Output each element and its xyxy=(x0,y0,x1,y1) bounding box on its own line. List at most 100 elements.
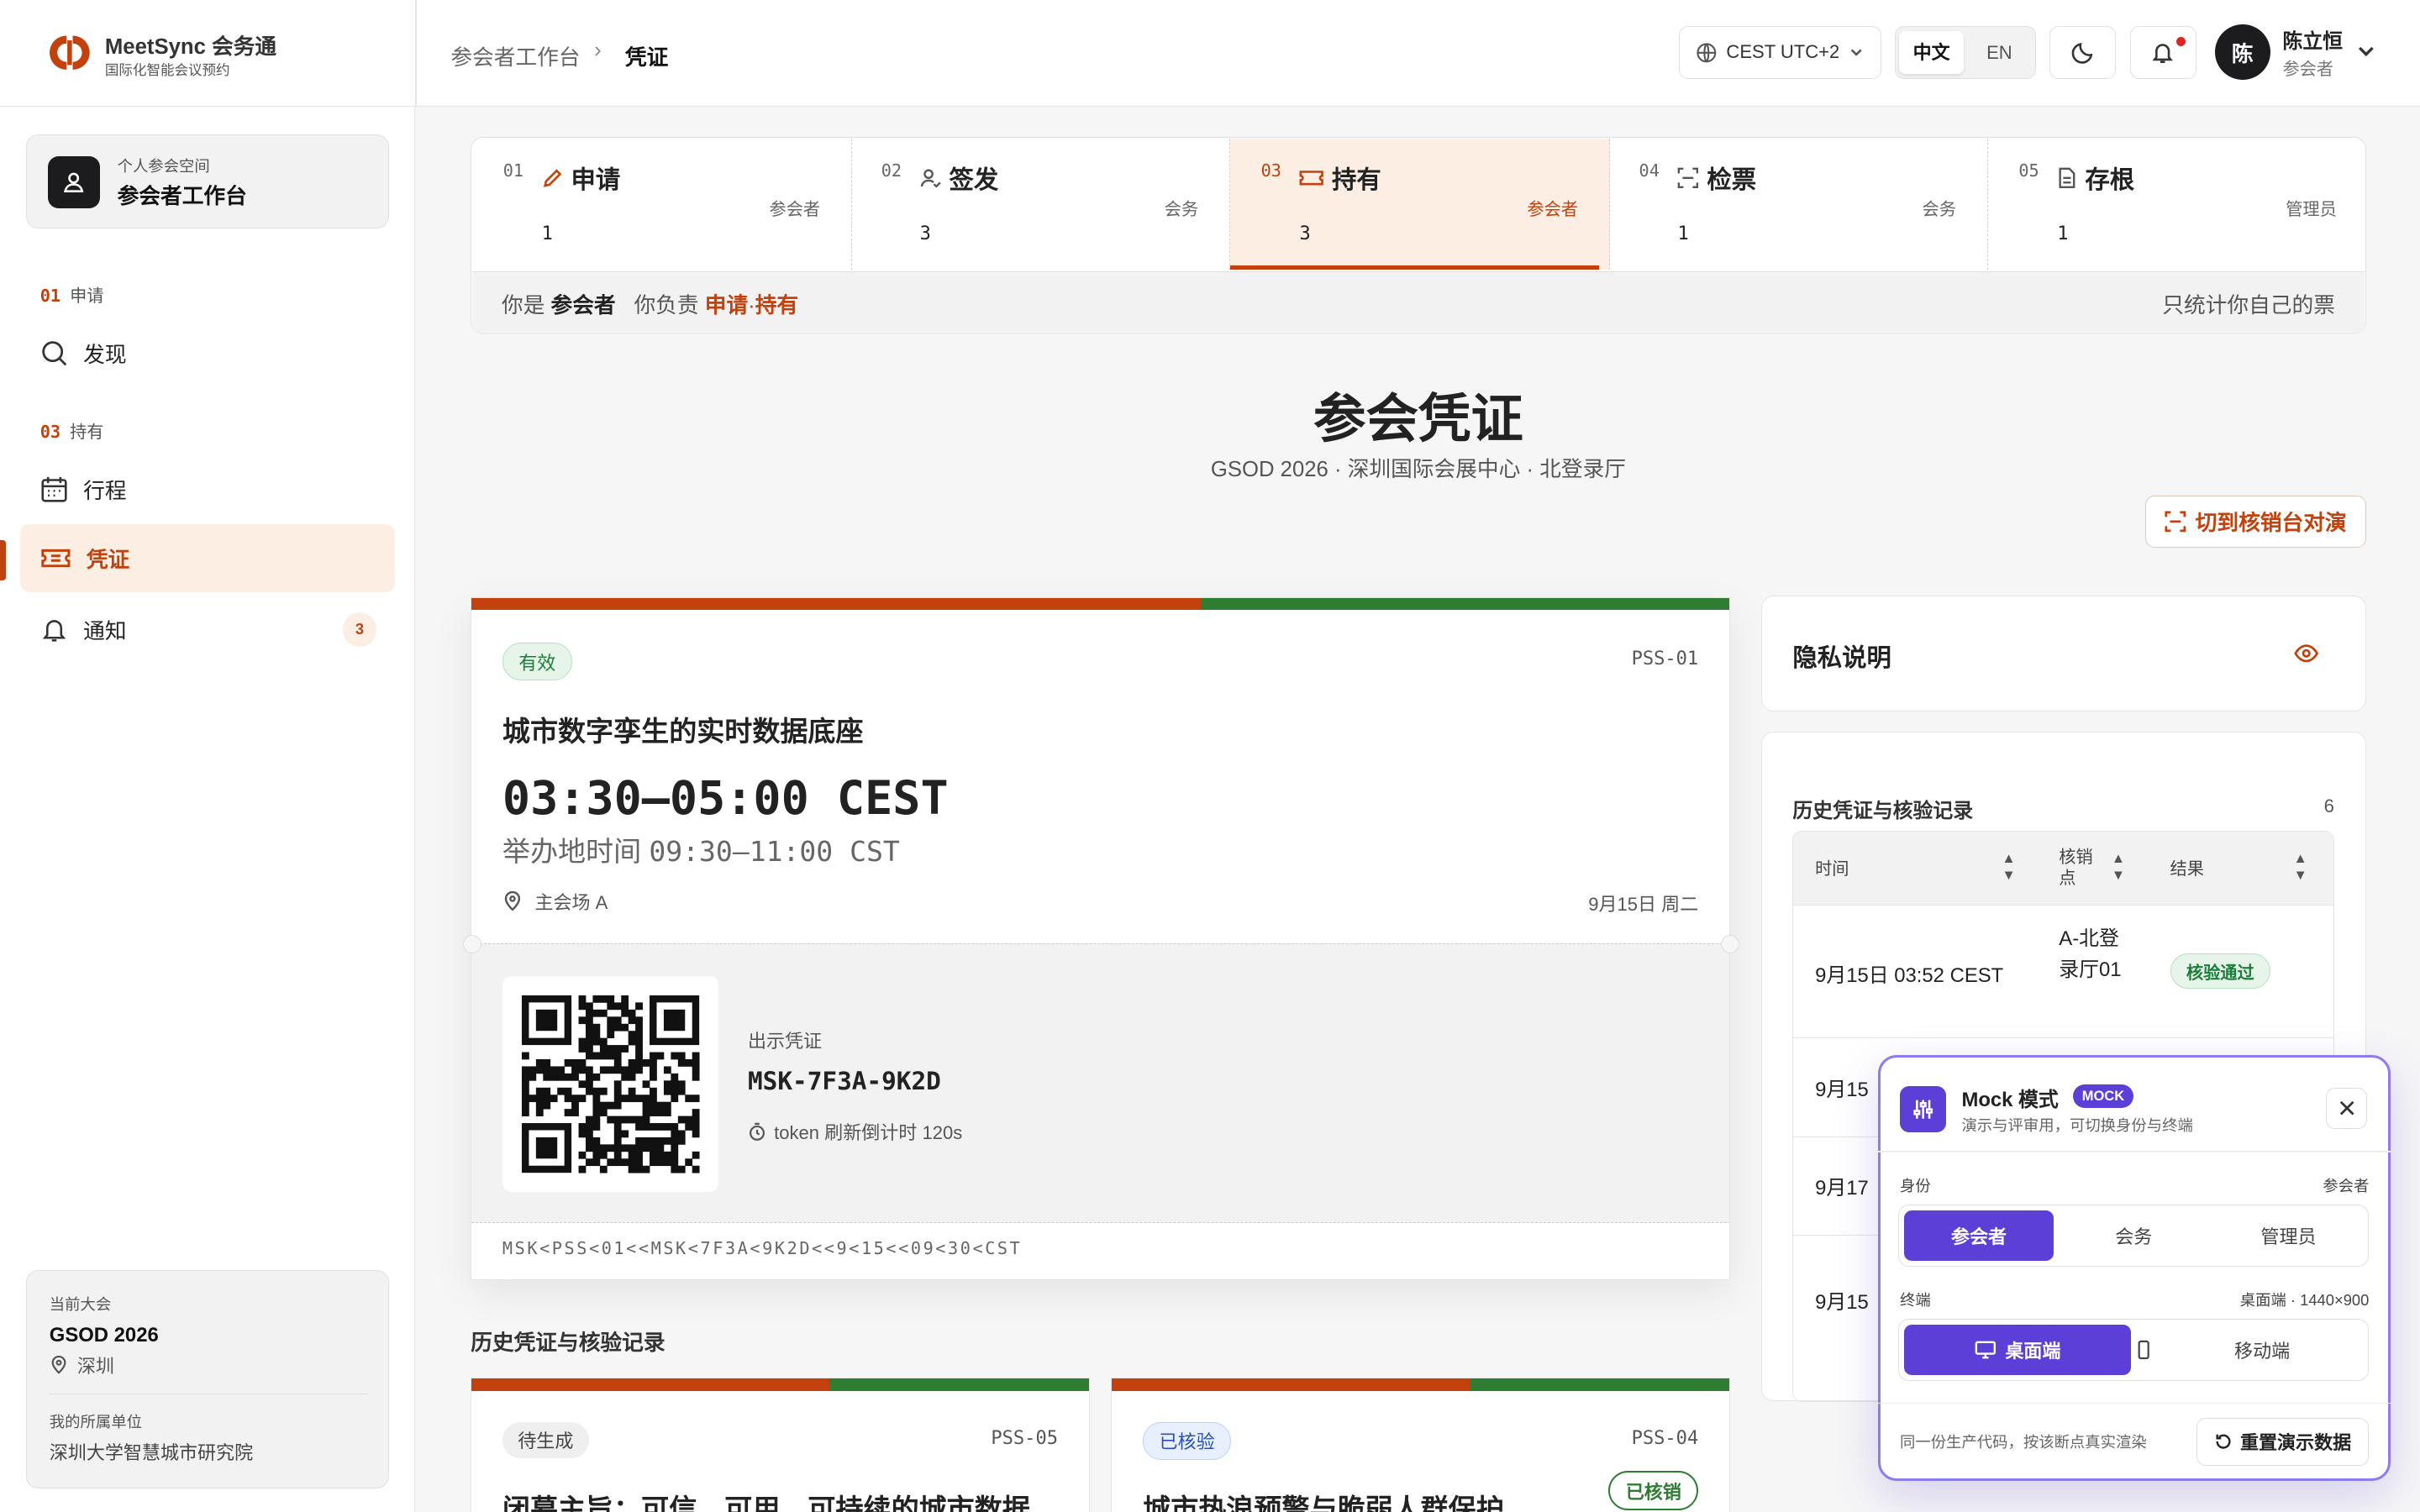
search-icon xyxy=(42,341,67,366)
eye-icon[interactable] xyxy=(2294,643,2319,664)
notifications-button[interactable] xyxy=(2129,26,2196,79)
terminal-desktop-option[interactable]: 桌面端 xyxy=(1903,1324,2132,1376)
step-check[interactable]: 04 检票 会务 1 xyxy=(1608,139,1988,270)
host-time: 举办地时间 09:30–11:00 CST xyxy=(502,835,900,869)
reset-demo-button[interactable]: 重置演示数据 xyxy=(2196,1417,2370,1466)
lang-zh-option[interactable]: 中文 xyxy=(1899,30,1965,75)
table-row[interactable]: 9月15日 03:52 CEST A-北登录厅01 核验通过 xyxy=(1793,906,2334,1039)
user-icon xyxy=(47,155,101,208)
mock-subtitle: 演示与评审用，可切换身份与终端 xyxy=(1961,1116,2193,1135)
breadcrumb-parent[interactable]: 参会者工作台 xyxy=(450,40,580,71)
mock-title: Mock 模式 xyxy=(1961,1089,2059,1112)
monitor-icon xyxy=(1975,1341,1996,1359)
conf-name: GSOD 2026 xyxy=(49,1323,159,1347)
conf-label: 当前大会 xyxy=(49,1295,112,1314)
language-toggle[interactable]: 中文 EN xyxy=(1895,26,2036,79)
chevron-down-icon[interactable] xyxy=(2355,40,2377,62)
sidebar-item-label: 发现 xyxy=(83,344,127,368)
venue: 主会场 A xyxy=(502,888,608,915)
active-step-underline xyxy=(1229,265,1599,270)
breadcrumb-current: 凭证 xyxy=(624,45,669,70)
moon-icon xyxy=(2071,42,2093,64)
brand-name: MeetSync 会务通 xyxy=(104,34,277,59)
identity-switch[interactable]: 参会者 会务 管理员 xyxy=(1898,1205,2370,1267)
role-summary-bar: 你是 参会者 你负责 申请·持有 只统计你自己的票 xyxy=(472,271,2365,332)
privacy-title: 隐私说明 xyxy=(1792,643,1891,672)
terminal-value: 桌面端 · 1440×900 xyxy=(2239,1290,2370,1309)
identity-label: 身份 xyxy=(1899,1176,1931,1194)
identity-attendee-option[interactable]: 参会者 xyxy=(1903,1210,2054,1262)
identity-value: 参会者 xyxy=(2323,1176,2370,1194)
org-label: 我的所属单位 xyxy=(49,1412,142,1431)
step-stub[interactable]: 05 存根 管理员 1 xyxy=(1988,139,2368,270)
brand-logo-icon xyxy=(49,35,90,70)
close-icon xyxy=(2339,1101,2354,1116)
notify-count-badge: 3 xyxy=(342,612,377,647)
sidebar-item-notify[interactable]: 通知 xyxy=(20,596,395,664)
user-name[interactable]: 陈立恒 xyxy=(2282,24,2343,54)
step-hold[interactable]: 03 持有 参会者 3 xyxy=(1229,139,1610,270)
privacy-card[interactable]: 隐私说明 xyxy=(1760,595,2366,711)
divider xyxy=(49,1393,368,1395)
col-point[interactable]: 核销点 xyxy=(2059,848,2108,890)
identity-staff-option[interactable]: 会务 xyxy=(2059,1210,2209,1261)
ticket-notch xyxy=(1720,935,1739,954)
mock-footer: 同一份生产代码，按该断点真实渲染 xyxy=(1899,1432,2147,1451)
pass-ticket-card[interactable]: 有效 PSS-01 城市数字孪生的实时数据底座 03:30–05:00 CEST… xyxy=(471,596,1730,1281)
theme-toggle-button[interactable] xyxy=(2049,26,2117,79)
switch-checkin-button[interactable]: 切到核销台对演 xyxy=(2145,495,2366,549)
qr-code-icon xyxy=(521,995,700,1173)
timer-icon xyxy=(749,1122,765,1141)
terminal-switch[interactable]: 桌面端 移动端 xyxy=(1898,1319,2370,1381)
history-count: 6 xyxy=(2323,795,2334,816)
bell-icon xyxy=(42,620,66,642)
history-heading: 历史凭证与核验记录 xyxy=(471,1331,666,1355)
divider xyxy=(1878,1402,2391,1404)
history-card[interactable]: 已核验 PSS-04 已核销 城市热浪预警与脆弱人群保护 xyxy=(1111,1378,1730,1512)
timezone-select[interactable]: CEST UTC+2 xyxy=(1679,26,1881,79)
session-time: 03:30–05:00 CEST xyxy=(502,770,949,825)
ticket-icon xyxy=(41,549,71,568)
ticket-icon xyxy=(1300,171,1324,186)
sort-icon[interactable]: ▲ ▼ xyxy=(2002,850,2015,884)
document-icon xyxy=(2059,167,2075,189)
sliders-icon xyxy=(1899,1086,1947,1133)
active-indicator xyxy=(0,539,7,580)
redeemed-stamp: 已核销 xyxy=(1608,1471,1699,1511)
sort-icon[interactable]: ▲ ▼ xyxy=(2293,850,2307,884)
sort-icon[interactable]: ▲ ▼ xyxy=(2112,850,2125,884)
qr-code[interactable] xyxy=(502,975,719,1192)
history-panel-title: 历史凭证与核验记录 xyxy=(1792,800,1974,823)
status-badge: 有效 xyxy=(502,643,572,681)
user-role: 参会者 xyxy=(2282,60,2334,80)
sidebar-item-label: 通知 xyxy=(83,619,127,643)
terminal-label: 终端 xyxy=(1899,1290,1931,1309)
col-time[interactable]: 时间 xyxy=(1815,855,1849,879)
machine-readable-zone: MSK<PSS<01<<MSK<7F3A<9K2D<<9<15<<09<30<C… xyxy=(502,1238,1023,1259)
scan-icon xyxy=(2165,511,2186,533)
notification-dot xyxy=(2175,37,2186,47)
step-apply[interactable]: 01 申请 参会者 1 xyxy=(472,139,852,270)
ticket-color-bar xyxy=(471,597,1729,611)
bell-icon xyxy=(2152,44,2174,63)
table-header: 时间 ▲ ▼ 核销点 ▲ ▼ 结果 ▲ ▼ xyxy=(1793,832,2334,906)
divider xyxy=(1878,1151,2391,1152)
token-refresh: token 刷新倒计时 120s xyxy=(748,1118,962,1145)
history-card[interactable]: 待生成 PSS-05 闭幕主旨：可信、可用、可持续的城市数据 xyxy=(471,1378,1090,1512)
user-check-icon xyxy=(920,169,941,188)
col-result[interactable]: 结果 xyxy=(2170,855,2204,879)
lang-en-option[interactable]: EN xyxy=(1967,31,2032,74)
avatar[interactable]: 陈 xyxy=(2214,24,2270,81)
brand-subtitle: 国际化智能会议预约 xyxy=(104,61,230,78)
refresh-icon xyxy=(2216,1435,2231,1450)
ticket-notch xyxy=(463,935,482,954)
pin-icon xyxy=(504,891,520,911)
org-name: 深圳大学智慧城市研究院 xyxy=(49,1441,254,1463)
sidebar-item-pass[interactable]: 凭证 xyxy=(19,524,396,593)
workspace-subtitle: 个人参会空间 xyxy=(117,156,210,175)
divider xyxy=(415,0,417,107)
identity-admin-option[interactable]: 管理员 xyxy=(2213,1210,2364,1261)
close-button[interactable] xyxy=(2325,1087,2368,1130)
terminal-mobile-option[interactable]: 移动端 xyxy=(2136,1325,2364,1375)
step-issue[interactable]: 02 签发 会务 3 xyxy=(850,139,1230,270)
